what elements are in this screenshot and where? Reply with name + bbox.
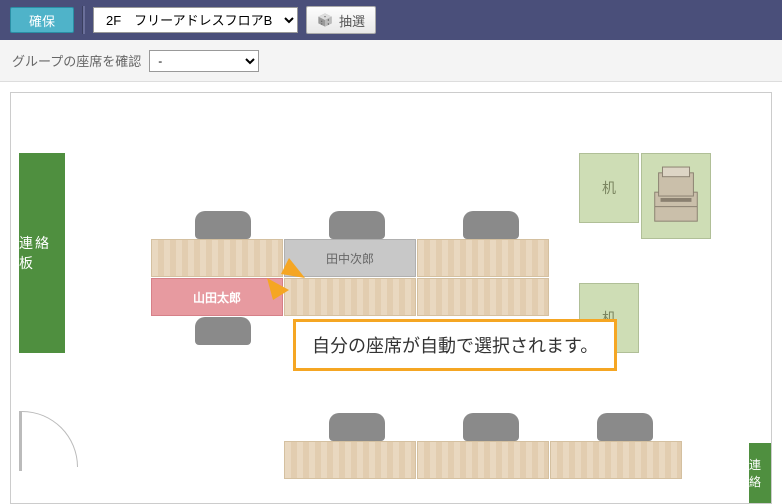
top-toolbar: 確保 2F フリーアドレスフロアB 抽選	[0, 0, 782, 40]
lottery-label: 抽選	[339, 11, 365, 30]
chair	[195, 211, 251, 239]
printer-icon	[647, 163, 705, 231]
desk-seat[interactable]	[284, 441, 416, 479]
chair	[597, 413, 653, 441]
callout-pointer-icon	[259, 250, 319, 310]
floor-select[interactable]: 2F フリーアドレスフロアB	[93, 7, 298, 33]
reserve-button[interactable]: 確保	[10, 7, 74, 33]
group-seat-label: グループの座席を確認	[12, 51, 141, 70]
desk-seat[interactable]	[550, 441, 682, 479]
callout-tooltip: 自分の座席が自動で選択されます。	[293, 319, 617, 371]
chair	[463, 413, 519, 441]
sub-toolbar: グループの座席を確認 -	[0, 40, 782, 82]
side-desk-1: 机	[579, 153, 639, 223]
desk-seat[interactable]	[417, 239, 549, 277]
dice-icon	[317, 12, 333, 28]
toolbar-divider	[82, 6, 85, 34]
chair	[329, 413, 385, 441]
floor-canvas[interactable]: 連絡板 机 机 田中次郎 山田太郎	[10, 92, 772, 504]
desk-seat[interactable]	[417, 278, 549, 316]
chair	[195, 317, 251, 345]
floor-canvas-wrap: 連絡板 机 机 田中次郎 山田太郎	[0, 82, 782, 504]
desk-seat[interactable]	[417, 441, 549, 479]
bulletin-board-right: 連絡	[749, 443, 771, 503]
chair	[329, 211, 385, 239]
chair	[463, 211, 519, 239]
group-select[interactable]: -	[149, 50, 259, 72]
door-swing-arc	[22, 411, 78, 467]
lottery-button[interactable]: 抽選	[306, 6, 376, 34]
bulletin-board-left: 連絡板	[19, 153, 65, 353]
